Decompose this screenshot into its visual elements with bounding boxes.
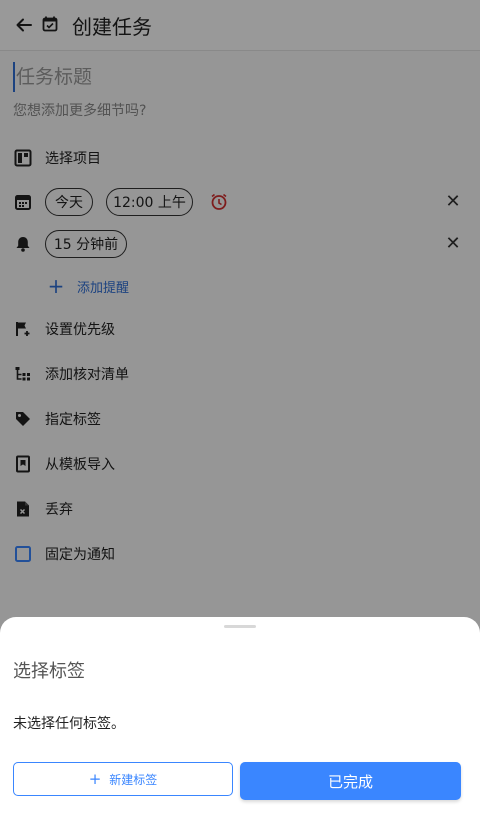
- select-tags-sheet: 选择标签 未选择任何标签。 + 新建标签 已完成: [0, 617, 480, 831]
- done-button[interactable]: 已完成: [240, 762, 461, 800]
- new-tag-button[interactable]: + 新建标签: [13, 762, 233, 796]
- no-tags-message: 未选择任何标签。: [13, 716, 125, 732]
- new-tag-label: 新建标签: [109, 772, 158, 787]
- sheet-title: 选择标签: [13, 661, 85, 682]
- sheet-drag-handle[interactable]: [224, 625, 256, 628]
- plus-icon: +: [88, 769, 102, 788]
